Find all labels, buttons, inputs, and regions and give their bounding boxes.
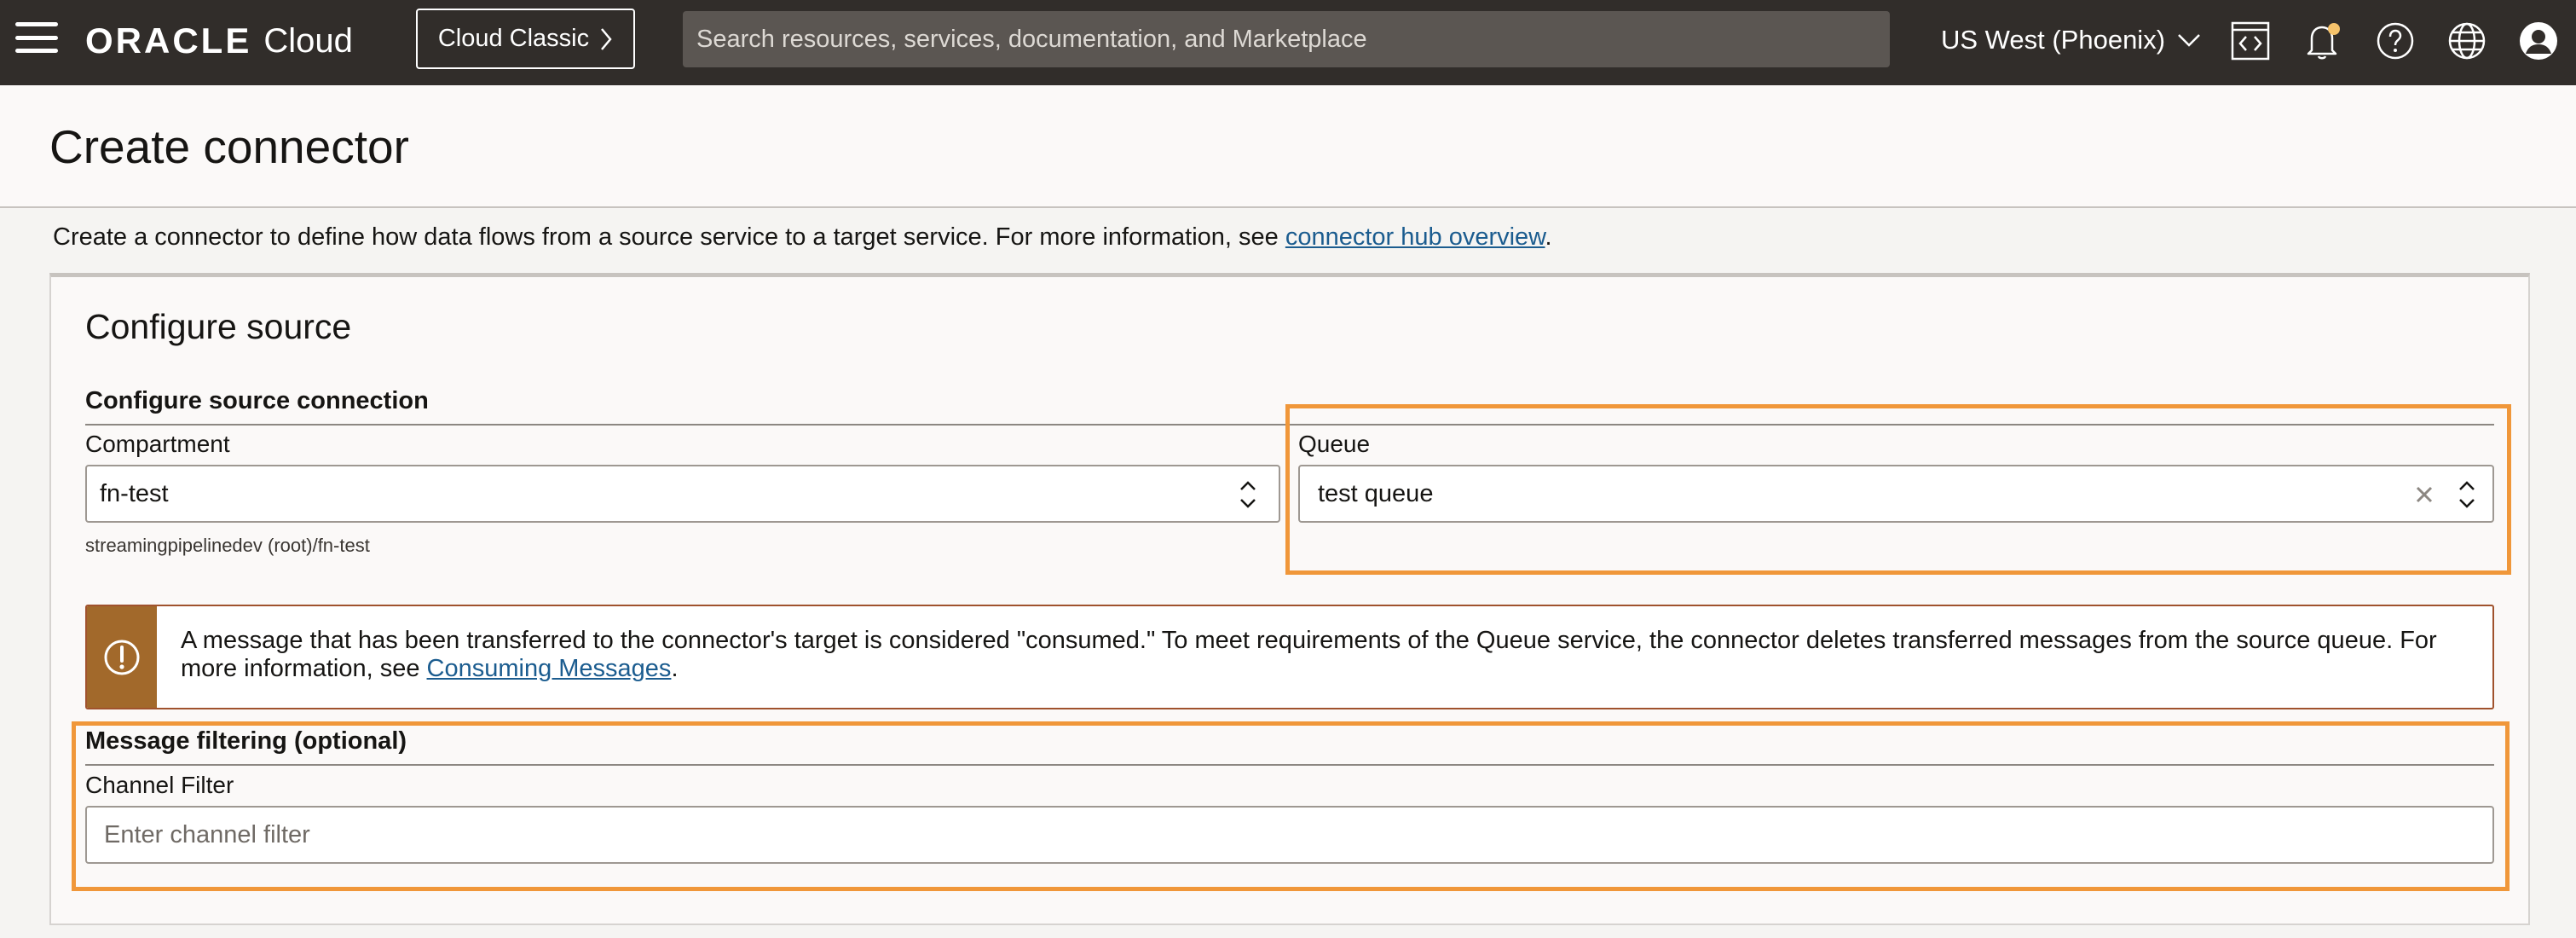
help-icon[interactable] bbox=[2371, 17, 2419, 65]
compartment-value: fn-test bbox=[100, 466, 169, 521]
chevron-up-down-icon bbox=[1238, 479, 1258, 510]
queue-select[interactable]: test queue bbox=[1298, 465, 2494, 523]
page-title: Create connector bbox=[49, 119, 409, 174]
source-connection-heading: Configure source connection bbox=[85, 387, 429, 415]
intro-description: Create a connector to define how data fl… bbox=[53, 223, 1285, 251]
top-navigation-bar: ORACLE Cloud Cloud Classic US West (Phoe… bbox=[0, 0, 2576, 85]
chevron-up-down-icon bbox=[2457, 479, 2477, 510]
intro-text: Create a connector to define how data fl… bbox=[53, 223, 1552, 252]
compartment-label: Compartment bbox=[85, 431, 230, 458]
notice-suffix: . bbox=[671, 655, 678, 682]
oracle-cloud-logo[interactable]: ORACLE Cloud bbox=[85, 17, 353, 65]
chevron-right-icon bbox=[599, 27, 613, 51]
compartment-path-helper: streamingpipelinedev (root)/fn-test bbox=[85, 535, 370, 557]
cloud-classic-label: Cloud Classic bbox=[438, 25, 589, 53]
connector-hub-overview-link[interactable]: connector hub overview bbox=[1285, 223, 1545, 251]
compartment-select[interactable]: fn-test bbox=[85, 465, 1280, 523]
region-selector[interactable]: US West (Phoenix) bbox=[1941, 19, 2201, 61]
channel-filter-input[interactable] bbox=[85, 806, 2494, 864]
global-search-input[interactable] bbox=[683, 11, 1890, 67]
configure-source-title: Configure source bbox=[85, 307, 351, 347]
code-editor-icon[interactable] bbox=[2227, 17, 2274, 65]
source-connection-divider bbox=[85, 424, 2494, 426]
user-avatar-icon[interactable] bbox=[2515, 17, 2562, 65]
consuming-messages-link[interactable]: Consuming Messages bbox=[427, 655, 672, 682]
menu-icon[interactable] bbox=[15, 22, 58, 53]
chevron-down-icon bbox=[2177, 32, 2201, 48]
cloud-classic-button[interactable]: Cloud Classic bbox=[416, 9, 635, 69]
message-filtering-heading: Message filtering (optional) bbox=[85, 727, 407, 756]
brand-cloud-text: Cloud bbox=[263, 22, 353, 61]
brand-oracle-text: ORACLE bbox=[85, 20, 251, 61]
consumed-messages-notice: A message that has been transferred to t… bbox=[85, 605, 2494, 709]
region-label: US West (Phoenix) bbox=[1941, 25, 2165, 55]
queue-label: Queue bbox=[1298, 431, 1370, 458]
notice-text: A message that has been transferred to t… bbox=[181, 627, 2474, 683]
alert-icon bbox=[87, 606, 157, 708]
queue-value: test queue bbox=[1318, 466, 1433, 521]
clear-icon[interactable] bbox=[2410, 480, 2439, 509]
channel-filter-label: Channel Filter bbox=[85, 772, 234, 799]
message-filtering-divider bbox=[85, 764, 2494, 766]
bell-icon[interactable] bbox=[2299, 17, 2347, 65]
intro-suffix: . bbox=[1545, 223, 1552, 251]
notification-dot bbox=[2328, 23, 2340, 35]
page-header: Create connector bbox=[0, 85, 2576, 208]
globe-icon[interactable] bbox=[2443, 17, 2491, 65]
